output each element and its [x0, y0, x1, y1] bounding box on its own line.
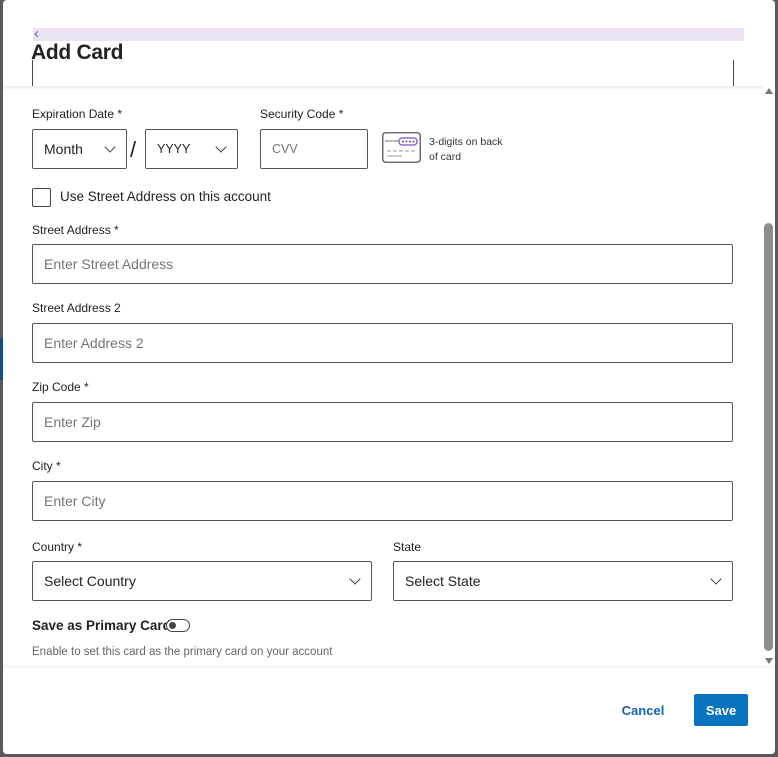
- city-label: City *: [32, 459, 61, 473]
- state-select[interactable]: Select State: [393, 561, 733, 601]
- state-label: State: [393, 540, 422, 554]
- cancel-button[interactable]: Cancel: [614, 695, 672, 725]
- street-address-2-input[interactable]: [32, 323, 733, 363]
- security-code-label: Security Code *: [260, 107, 344, 121]
- chevron-down-icon: [710, 573, 722, 585]
- expiration-year-value: YYYY: [157, 142, 191, 156]
- scroll-up-arrow-icon[interactable]: [765, 88, 773, 94]
- scrollbar-thumb[interactable]: [764, 223, 773, 651]
- use-street-address-label: Use Street Address on this account: [60, 189, 271, 204]
- date-separator: /: [130, 137, 137, 162]
- toggle-knob: [169, 621, 176, 629]
- country-select[interactable]: Select Country: [32, 561, 372, 601]
- expiration-date-label: Expiration Date *: [32, 107, 123, 121]
- add-card-dialog: ‹ Add Card Expiration Date * Month / YYY…: [3, 0, 775, 754]
- save-button[interactable]: Save: [694, 694, 748, 726]
- chevron-down-icon: [215, 141, 227, 153]
- use-street-address-checkbox[interactable]: [32, 188, 51, 207]
- street-address-input[interactable]: [32, 244, 733, 284]
- country-label: Country *: [32, 540, 83, 554]
- primary-card-toggle[interactable]: [166, 619, 190, 632]
- street-address-2-label: Street Address 2: [32, 301, 121, 315]
- chevron-down-icon: [349, 573, 361, 585]
- expiration-month-select[interactable]: Month: [32, 129, 127, 169]
- street-address-label: Street Address *: [32, 223, 119, 237]
- primary-card-description: Enable to set this card as the primary c…: [32, 646, 333, 658]
- scrollbar[interactable]: [764, 88, 774, 668]
- card-number-field-partial[interactable]: [32, 60, 734, 89]
- security-code-input[interactable]: [260, 129, 368, 169]
- city-input[interactable]: [32, 481, 733, 521]
- zip-code-label: Zip Code *: [32, 380, 89, 394]
- chevron-left-icon[interactable]: ‹: [34, 26, 39, 41]
- country-select-value: Select Country: [44, 573, 136, 589]
- header-divider: [3, 86, 763, 90]
- primary-card-label: Save as Primary Card: [32, 618, 171, 633]
- chevron-down-icon: [104, 141, 116, 153]
- scroll-down-arrow-icon[interactable]: [765, 658, 773, 664]
- header-back-bar[interactable]: [33, 28, 744, 41]
- expiration-month-value: Month: [44, 141, 83, 157]
- expiration-year-select[interactable]: YYYY: [145, 129, 238, 169]
- security-code-hint: 3-digits on back of card: [429, 136, 503, 163]
- card-back-icon: [382, 132, 421, 163]
- zip-code-input[interactable]: [32, 402, 733, 442]
- state-select-value: Select State: [405, 573, 481, 589]
